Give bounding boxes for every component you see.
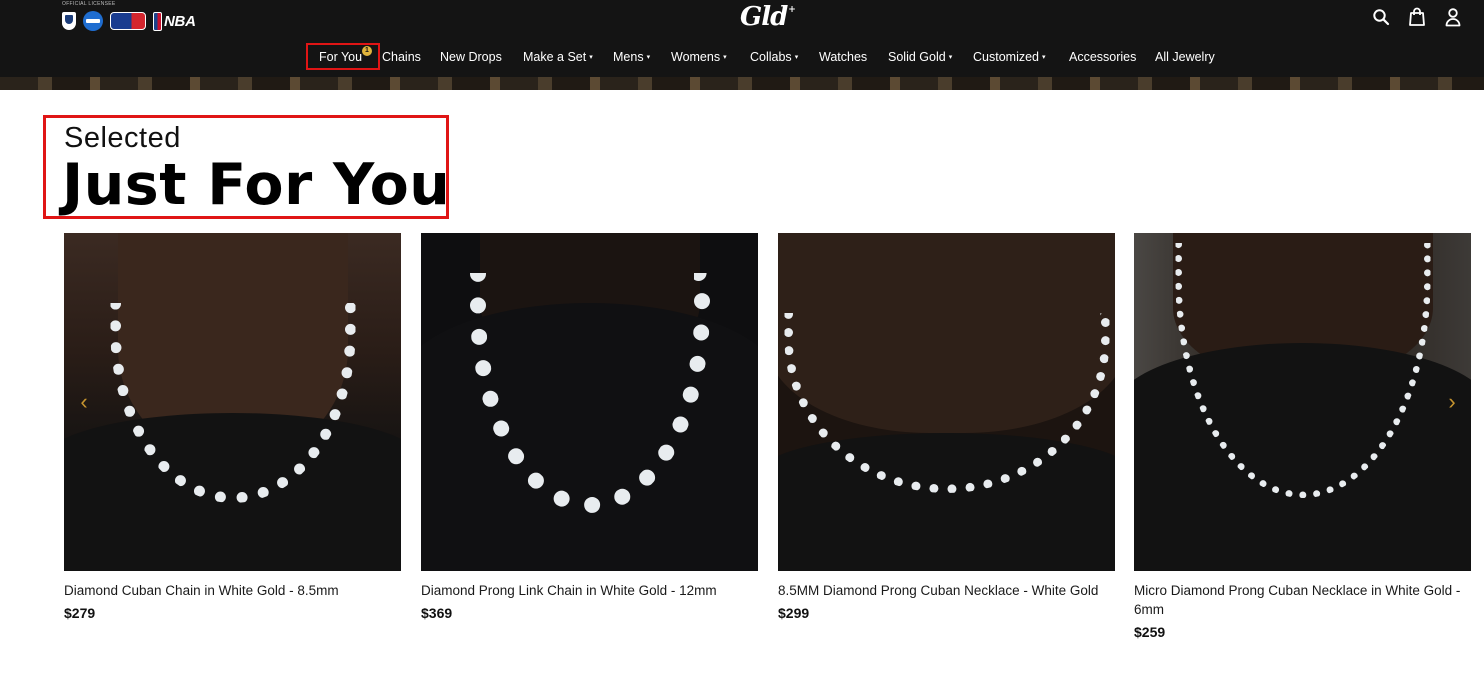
nav-item-chains[interactable]: Chains [382,47,421,67]
nav-item-collabs[interactable]: Collabs ▾ [750,47,798,67]
nav-item-for-you[interactable]: For You 1 [319,46,372,67]
product-name[interactable]: Diamond Cuban Chain in White Gold - 8.5m… [64,581,401,600]
official-licensee-label: OFFICIAL LICENSEE [62,1,116,7]
league-logos: NBA [62,11,196,31]
nav-item-make-a-set[interactable]: Make a Set ▾ [523,47,593,67]
product-price: $299 [778,605,810,621]
carousel-next-arrow-icon[interactable]: › [1442,390,1462,414]
nav-item-accessories[interactable]: Accessories [1069,47,1136,67]
nfl-logo-icon [62,12,76,30]
product-card[interactable]: 8.5MM Diamond Prong Cuban Necklace - Whi… [778,233,1115,621]
ncaa-logo-icon [83,11,103,31]
product-name[interactable]: Diamond Prong Link Chain in White Gold -… [421,581,758,600]
product-name[interactable]: 8.5MM Diamond Prong Cuban Necklace - Whi… [778,581,1115,600]
for-you-badge: 1 [362,46,372,56]
site-logo[interactable]: Gld+ [740,2,796,32]
nav-item-mens[interactable]: Mens ▾ [613,47,650,67]
product-card[interactable]: Diamond Cuban Chain in White Gold - 8.5m… [64,233,401,621]
chevron-down-icon: ▾ [723,54,727,61]
product-image[interactable] [64,233,401,571]
site-header: OFFICIAL LICENSEE NBA Gld+ For You 1 Chai… [0,0,1484,77]
nav-item-all-jewelry[interactable]: All Jewelry [1155,47,1215,67]
product-card[interactable]: Micro Diamond Prong Cuban Necklace in Wh… [1134,233,1471,640]
user-icon[interactable] [1444,7,1462,27]
mlb-logo-icon [110,12,146,30]
search-icon[interactable] [1372,7,1390,27]
chevron-down-icon: ▾ [646,54,651,61]
nav-item-solid-gold[interactable]: Solid Gold ▾ [888,47,952,67]
nav-item-customized[interactable]: Customized ▾ [973,47,1046,67]
product-image[interactable] [778,233,1115,571]
product-price: $369 [421,605,453,621]
nav-item-womens[interactable]: Womens ▾ [671,47,727,67]
product-card[interactable]: Diamond Prong Link Chain in White Gold -… [421,233,758,621]
chevron-down-icon: ▾ [794,54,799,61]
product-image[interactable] [421,233,758,571]
nav-item-new-drops[interactable]: New Drops [440,47,502,67]
chevron-down-icon: ▾ [948,54,953,61]
cart-icon[interactable] [1408,7,1426,27]
product-image[interactable] [1134,233,1471,571]
chevron-down-icon: ▾ [1042,54,1046,61]
section-title: Just For You [62,152,451,218]
product-price: $279 [64,605,96,621]
carousel-prev-arrow-icon[interactable]: ‹ [74,390,94,414]
nav-item-watches[interactable]: Watches [819,47,867,67]
section-subtitle: Selected [64,122,181,154]
nba-logo-icon: NBA [153,11,196,31]
product-price: $259 [1134,624,1166,640]
product-name[interactable]: Micro Diamond Prong Cuban Necklace in Wh… [1134,581,1471,619]
chevron-down-icon: ▾ [589,54,593,61]
main-nav: For You 1 Chains New Drops Make a Set ▾ Me… [0,46,1484,67]
hero-banner-strip [0,77,1484,90]
